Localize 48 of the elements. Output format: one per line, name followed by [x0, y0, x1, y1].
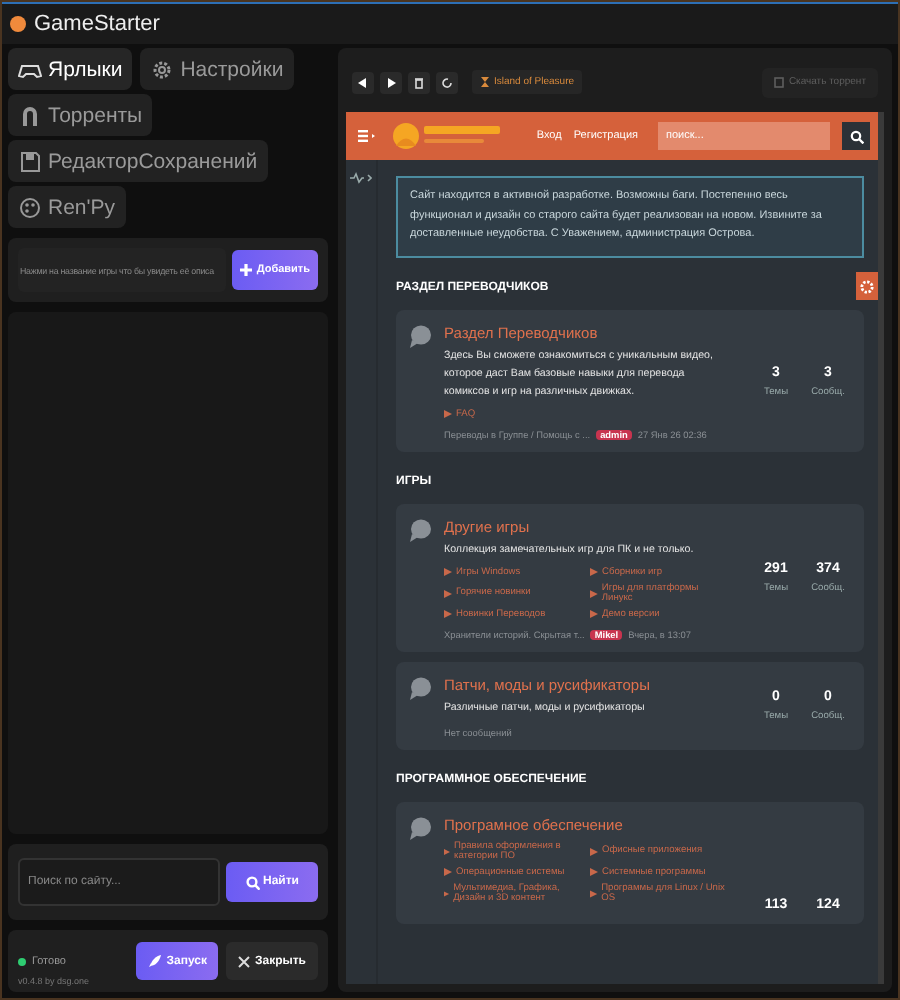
hourglass-icon: [480, 76, 490, 88]
search-icon: [849, 129, 863, 143]
clipboard-icon: [774, 76, 785, 88]
plus-icon: [240, 264, 253, 276]
reload-icon: [440, 75, 454, 89]
sidebar-tab[interactable]: Торренты: [8, 94, 153, 136]
back-icon: [356, 75, 370, 89]
forward-button[interactable]: [380, 71, 402, 93]
back-button[interactable]: [352, 71, 374, 93]
pulse-icon: [350, 172, 372, 184]
triangle-icon: [444, 868, 452, 877]
triangle-icon: [444, 889, 450, 898]
site-logo-icon: [390, 120, 506, 152]
site-search-button[interactable]: [842, 122, 870, 150]
status-dot-icon: [18, 958, 26, 966]
settings-button[interactable]: [856, 272, 878, 300]
magnet-icon: [18, 103, 42, 127]
triangle-icon: [590, 589, 598, 598]
triangle-icon: [444, 847, 451, 856]
triangle-icon: [444, 610, 452, 619]
app-icon: [10, 16, 26, 32]
forum-bubble-icon: [408, 517, 432, 542]
forum-bubble-icon: [408, 675, 432, 700]
sidebar-tab[interactable]: Ярлыки: [8, 48, 133, 90]
trash-icon: [412, 75, 426, 89]
triangle-icon: [590, 889, 598, 898]
sidebar-tab[interactable]: РедакторСохранений: [8, 140, 268, 182]
triangle-icon: [590, 568, 598, 577]
forward-icon: [384, 75, 398, 89]
triangle-icon: [444, 589, 452, 598]
triangle-icon: [444, 410, 452, 419]
search-icon: [245, 875, 259, 889]
forum-bubble-icon: [408, 815, 432, 840]
floppy-icon: [18, 149, 42, 173]
triangle-icon: [444, 568, 452, 577]
gear-icon: [860, 279, 874, 293]
menu-icon: [358, 128, 378, 144]
sidebar-tab[interactable]: Настройки: [140, 48, 294, 90]
sidebar-tab[interactable]: Ren'Py: [8, 186, 126, 228]
triangle-icon: [590, 868, 598, 877]
triangle-icon: [590, 847, 598, 856]
forum-bubble-icon: [408, 323, 432, 348]
palette-icon: [18, 195, 42, 219]
window-title: GameStarter: [34, 12, 160, 36]
close-icon: [238, 955, 251, 967]
reload-button[interactable]: [436, 71, 458, 93]
triangle-icon: [590, 610, 598, 619]
gear-icon: [150, 57, 175, 81]
